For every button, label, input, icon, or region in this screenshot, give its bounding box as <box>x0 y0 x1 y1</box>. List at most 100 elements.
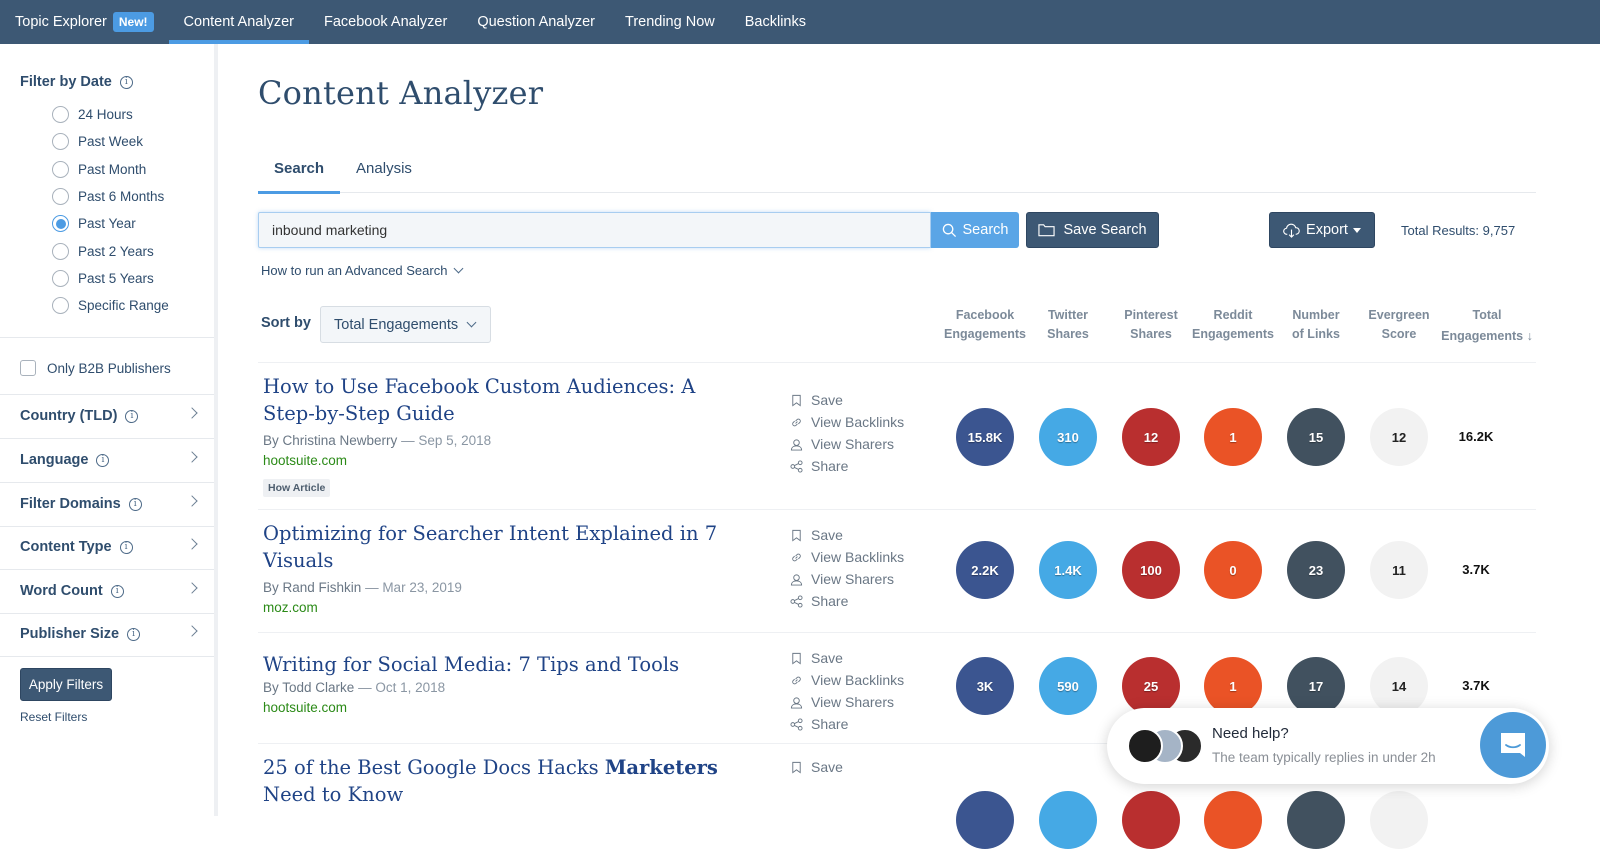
info-icon[interactable]: i <box>119 75 133 89</box>
sort-by-select[interactable]: Total Engagements <box>320 306 491 343</box>
action-label: Save <box>811 650 843 666</box>
view-backlinks-button[interactable]: View Backlinks <box>790 546 904 568</box>
radio-button[interactable] <box>52 188 69 206</box>
article-title-link[interactable]: How to Use Facebook Custom Audiences: A … <box>263 373 743 427</box>
metric-links <box>1287 791 1345 849</box>
save-button[interactable]: Save <box>790 389 904 411</box>
content-type-tag: How Article <box>263 479 331 497</box>
top-navigation: Topic Explorer New! Content Analyzer Fac… <box>0 0 1600 44</box>
article-author[interactable]: By Christina Newberry <box>263 433 397 448</box>
save-button[interactable]: Save <box>790 647 904 669</box>
radio-button[interactable] <box>52 297 69 315</box>
view-backlinks-button[interactable]: View Backlinks <box>790 411 904 433</box>
radio-past-year[interactable]: Past Year <box>52 210 169 237</box>
article-author[interactable]: By Todd Clarke <box>263 680 354 695</box>
nav-question-analyzer[interactable]: Question Analyzer <box>462 0 610 44</box>
radio-past-2-years[interactable]: Past 2 Years <box>52 237 169 264</box>
radio-label: Past Month <box>78 161 147 177</box>
filter-domains[interactable]: Filter Domains i <box>0 483 214 527</box>
column-evergreen-score[interactable]: Evergreen Score <box>1354 306 1444 344</box>
info-icon[interactable]: i <box>128 497 142 511</box>
tab-analysis[interactable]: Analysis <box>340 150 428 193</box>
article-date: — Sep 5, 2018 <box>401 433 492 448</box>
view-sharers-button[interactable]: View Sharers <box>790 568 904 590</box>
radio-button[interactable] <box>52 160 69 178</box>
info-icon[interactable]: i <box>127 627 141 641</box>
info-icon[interactable]: i <box>119 540 133 554</box>
article-domain-link[interactable]: hootsuite.com <box>263 700 347 715</box>
nav-facebook-analyzer[interactable]: Facebook Analyzer <box>309 0 462 44</box>
save-search-button[interactable]: Save Search <box>1026 212 1159 248</box>
save-button[interactable]: Save <box>790 524 904 546</box>
article-domain-link[interactable]: moz.com <box>263 600 318 615</box>
nav-backlinks[interactable]: Backlinks <box>730 0 821 44</box>
nav-content-analyzer[interactable]: Content Analyzer <box>168 0 310 44</box>
radio-label: Past 2 Years <box>78 243 154 259</box>
b2b-checkbox[interactable] <box>20 360 36 376</box>
view-backlinks-button[interactable]: View Backlinks <box>790 669 904 691</box>
radio-past-month[interactable]: Past Month <box>52 156 169 183</box>
apply-filters-button[interactable]: Apply Filters <box>20 668 112 701</box>
radio-specific-range[interactable]: Specific Range <box>52 292 169 319</box>
export-button[interactable]: Export <box>1269 212 1375 248</box>
radio-past-5-years[interactable]: Past 5 Years <box>52 265 169 292</box>
nav-topic-explorer[interactable]: Topic Explorer New! <box>0 0 169 44</box>
date-radio-group: 24 Hours Past Week Past Month Past 6 Mon… <box>52 101 169 319</box>
article-title-link[interactable]: 25 of the Best Google Docs Hacks Markete… <box>263 754 743 808</box>
info-icon[interactable]: i <box>125 409 139 423</box>
column-facebook-engagements[interactable]: Facebook Engagements <box>940 306 1030 344</box>
radio-button[interactable] <box>52 133 69 151</box>
radio-past-6-months[interactable]: Past 6 Months <box>52 183 169 210</box>
b2b-publishers-toggle[interactable]: Only B2B Publishers <box>20 360 171 376</box>
view-sharers-button[interactable]: View Sharers <box>790 691 904 713</box>
chevron-down-icon <box>466 317 477 328</box>
filter-content-type[interactable]: Content Type i <box>0 526 214 570</box>
cloud-download-icon <box>1283 223 1300 238</box>
title-keyword-highlight: Marketers <box>604 756 718 779</box>
radio-button-selected[interactable] <box>52 215 69 233</box>
column-total-engagements[interactable]: Total Engagements ↓ <box>1437 306 1537 346</box>
tab-search[interactable]: Search <box>258 150 341 194</box>
article-domain-link[interactable]: hootsuite.com <box>263 453 347 468</box>
share-button[interactable]: Share <box>790 455 904 477</box>
column-reddit-engagements[interactable]: Reddit Engagements <box>1188 306 1278 344</box>
chat-launcher-button[interactable] <box>1480 712 1546 778</box>
col-line: Shares <box>1047 327 1089 341</box>
filter-country-tld[interactable]: Country (TLD) i <box>0 395 214 439</box>
save-button[interactable]: Save <box>790 756 843 778</box>
filter-word-count[interactable]: Word Count i <box>0 570 214 614</box>
article-title-link[interactable]: Writing for Social Media: 7 Tips and Too… <box>263 651 743 678</box>
sort-value: Total Engagements <box>334 316 459 333</box>
search-icon <box>942 223 956 237</box>
column-number-of-links[interactable]: Number of Links <box>1271 306 1361 344</box>
share-button[interactable]: Share <box>790 713 904 735</box>
search-button[interactable]: Search <box>931 212 1019 248</box>
reset-filters-link[interactable]: Reset Filters <box>20 710 87 724</box>
action-label: Share <box>811 458 849 474</box>
nav-trending-now[interactable]: Trending Now <box>610 0 730 44</box>
info-icon[interactable]: i <box>110 584 124 598</box>
article-title-link[interactable]: Optimizing for Searcher Intent Explained… <box>263 520 743 574</box>
article-author[interactable]: By Rand Fishkin <box>263 580 361 595</box>
radio-24-hours[interactable]: 24 Hours <box>52 101 169 128</box>
advanced-search-label: How to run an Advanced Search <box>261 263 448 278</box>
view-sharers-button[interactable]: View Sharers <box>790 433 904 455</box>
column-pinterest-shares[interactable]: Pinterest Shares <box>1106 306 1196 344</box>
radio-past-week[interactable]: Past Week <box>52 128 169 155</box>
radio-button[interactable] <box>52 269 69 287</box>
search-input[interactable] <box>258 212 931 248</box>
filter-publisher-size[interactable]: Publisher Size i <box>0 613 214 657</box>
filter-language[interactable]: Language i <box>0 439 214 483</box>
action-label: View Sharers <box>811 694 895 710</box>
info-icon[interactable]: i <box>96 453 110 467</box>
metric-evergreen: 14 <box>1370 657 1428 715</box>
metric-links: 23 <box>1287 541 1345 599</box>
support-avatars <box>1127 728 1207 764</box>
radio-button[interactable] <box>52 106 69 124</box>
radio-button[interactable] <box>52 242 69 260</box>
column-twitter-shares[interactable]: Twitter Shares <box>1023 306 1113 344</box>
user-icon <box>790 573 803 586</box>
advanced-search-link[interactable]: How to run an Advanced Search <box>261 263 464 278</box>
share-button[interactable]: Share <box>790 590 904 612</box>
nav-topic-explorer-label: Topic Explorer <box>15 14 107 30</box>
